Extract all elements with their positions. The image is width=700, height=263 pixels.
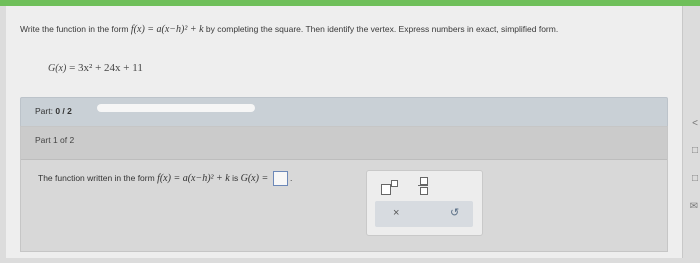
fraction-icon[interactable] — [417, 176, 431, 196]
answer-line: The function written in the form f(x) = … — [38, 171, 292, 186]
edge-icon-3[interactable]: □ — [692, 173, 698, 184]
section-header-label: Part 1 of 2 — [35, 135, 75, 145]
undo-button[interactable]: ↺ — [450, 206, 459, 219]
function-rhs: = 3x² + 24x + 11 — [69, 62, 143, 74]
part-progress-bar[interactable]: Part: 0 / 2 — [20, 97, 668, 128]
clear-button[interactable]: × — [393, 207, 399, 219]
part-section: Part 1 of 2 The function written in the … — [20, 126, 668, 252]
edge-icon-1[interactable]: < — [692, 118, 698, 129]
section-header: Part 1 of 2 — [21, 127, 667, 160]
given-function: G(x) = 3x² + 24x + 11 — [48, 62, 143, 74]
prompt-text-after: by completing the square. Then identify … — [205, 24, 559, 34]
edge-icon-4[interactable]: ✉ — [690, 201, 698, 212]
exponent-icon[interactable] — [379, 179, 399, 195]
prompt-text-before: Write the function in the form — [20, 24, 129, 34]
edge-icon-2[interactable]: □ — [692, 145, 698, 156]
tool-actions-row: × ↺ — [375, 201, 473, 227]
prompt-form: f(x) = a(x−h)² + k — [130, 24, 204, 35]
part-progress-label: Part: 0 / 2 — [35, 106, 72, 116]
answer-form: f(x) = a(x−h)² + k — [157, 172, 230, 184]
answer-lhs: G(x) = — [240, 172, 269, 184]
progress-track — [97, 104, 255, 112]
part-progress-value: 0 / 2 — [55, 106, 72, 116]
answer-text-before: The function written in the form — [38, 172, 155, 183]
math-toolbox: × ↺ — [366, 170, 483, 236]
function-lhs: G(x) — [48, 63, 67, 74]
answer-text-mid: is — [232, 172, 239, 183]
answer-input[interactable] — [272, 171, 288, 186]
question-prompt: Write the function in the form f(x) = a(… — [20, 24, 670, 35]
